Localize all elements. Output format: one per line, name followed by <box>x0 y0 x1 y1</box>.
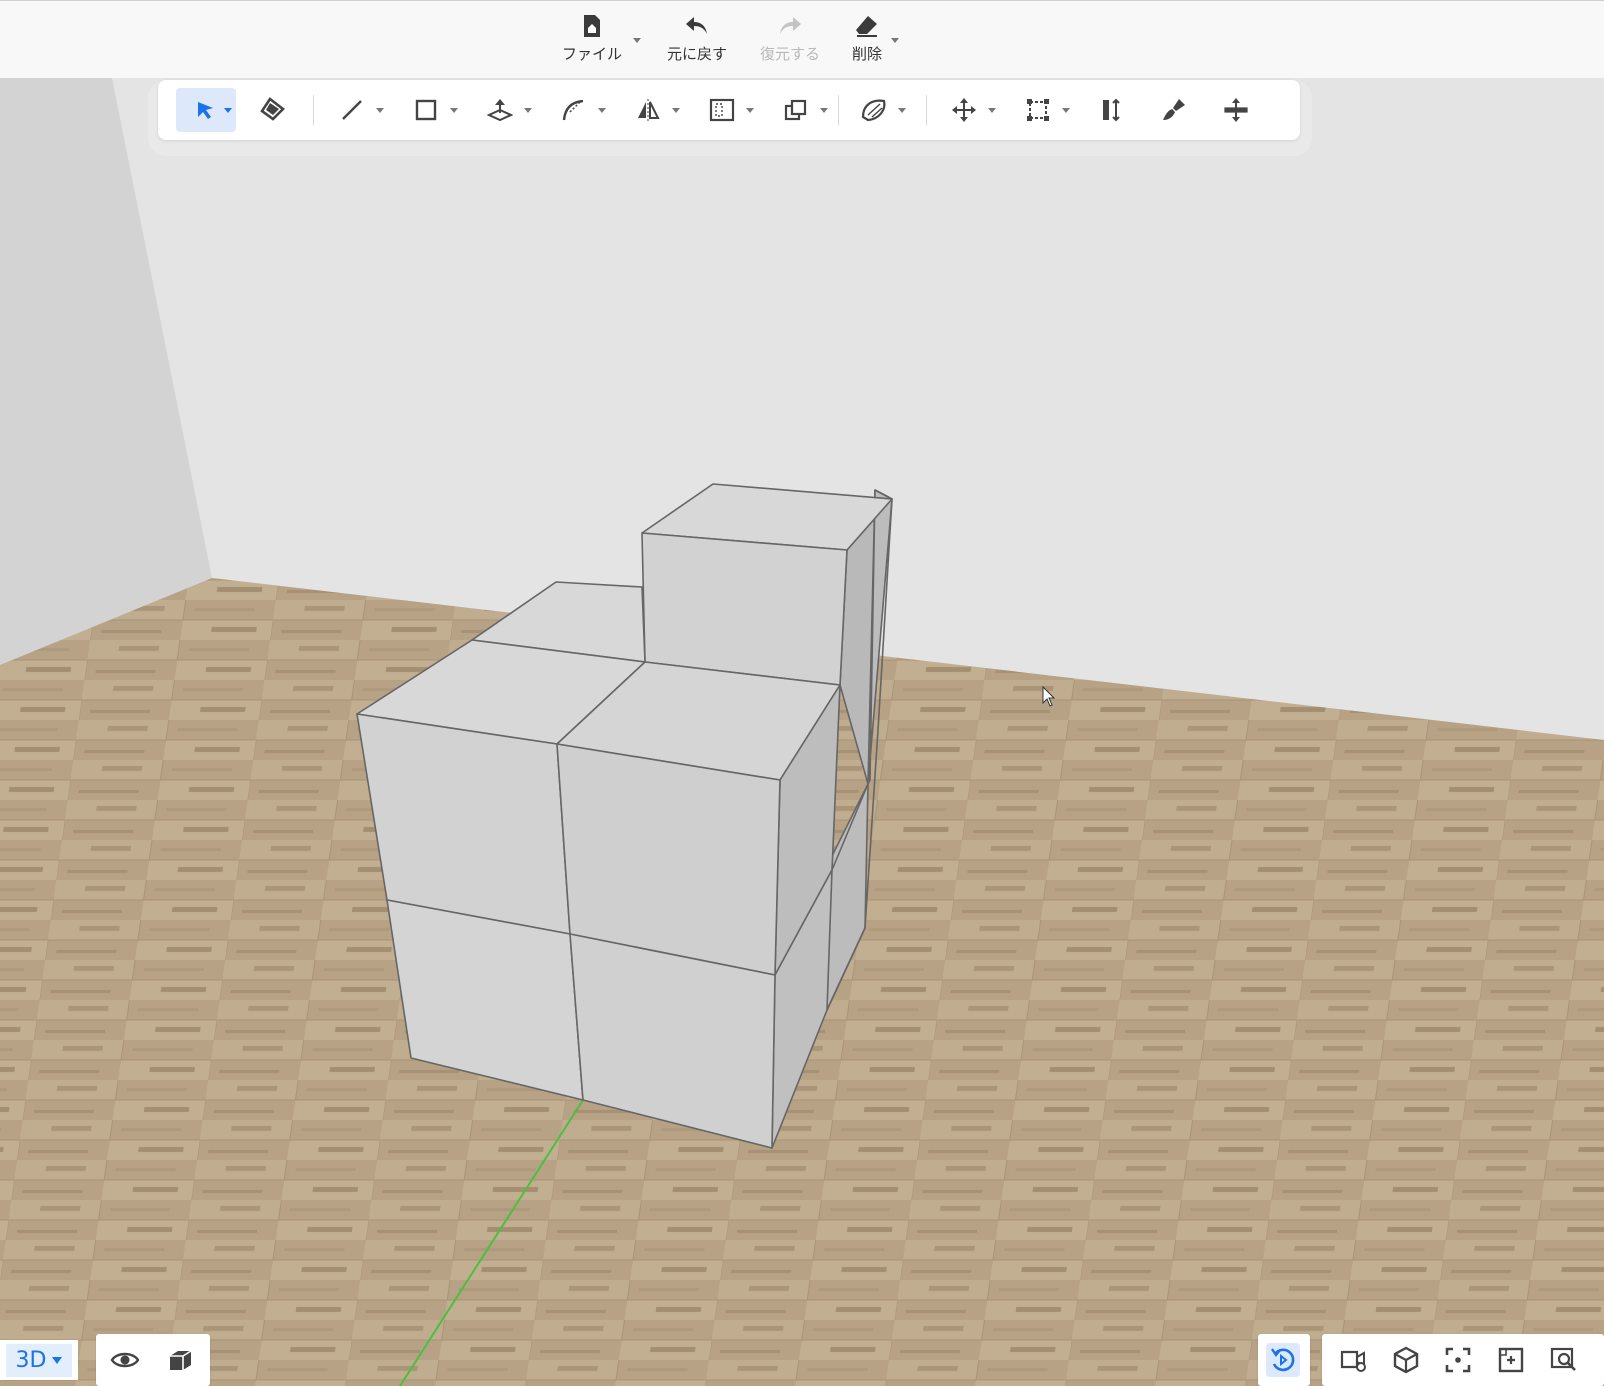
move-plane-tool[interactable] <box>1214 88 1258 132</box>
delete-label: 削除 <box>851 45 882 63</box>
toolbar-divider <box>926 95 927 125</box>
chevron-down-icon <box>52 1356 63 1364</box>
camera-settings-button[interactable] <box>1337 1343 1371 1377</box>
arc-tool[interactable] <box>552 88 606 132</box>
mirror-icon <box>638 99 660 121</box>
paint-brush-tool[interactable] <box>1152 88 1196 132</box>
redo-icon <box>775 11 805 41</box>
zoom-button[interactable] <box>1547 1343 1581 1377</box>
toolbar-divider <box>838 95 839 125</box>
align-tool[interactable] <box>1090 88 1134 132</box>
zoom-window-button[interactable] <box>1494 1343 1528 1377</box>
push-pull-icon <box>487 99 513 122</box>
move-plane-icon <box>1224 98 1248 122</box>
align-icon <box>1103 98 1120 122</box>
eye-icon <box>110 1352 140 1368</box>
move-tool[interactable] <box>942 88 996 132</box>
tool-palette <box>158 80 1300 140</box>
visibility-eye-button[interactable] <box>108 1343 142 1377</box>
toolbar-divider <box>313 95 314 125</box>
surface-tool[interactable] <box>852 88 906 132</box>
offset-tool[interactable] <box>700 88 754 132</box>
section-view-button[interactable] <box>163 1343 197 1377</box>
select-tool[interactable] <box>176 88 236 132</box>
rectangle-tool[interactable] <box>404 88 458 132</box>
delete-button[interactable]: 削除 <box>840 11 894 71</box>
chevron-down-icon <box>1062 108 1070 113</box>
scene-canvas[interactable] <box>0 0 1604 1386</box>
zoom-window-icon <box>1498 1347 1524 1373</box>
chevron-down-icon <box>376 108 384 113</box>
redo-label: 復元する <box>759 45 820 63</box>
undo-icon <box>682 11 712 41</box>
undo-button[interactable]: 元に戻す <box>660 11 734 71</box>
scale-icon <box>1027 99 1049 121</box>
zoom-extents-button[interactable] <box>1441 1343 1475 1377</box>
chevron-down-icon <box>598 108 606 113</box>
chevron-down-icon <box>746 108 754 113</box>
eraser-icon <box>852 11 882 41</box>
paint-brush-icon <box>1163 99 1185 120</box>
file-label: ファイル <box>561 45 622 63</box>
line-icon <box>342 100 362 120</box>
paint-bucket-icon <box>260 97 285 121</box>
move-icon <box>952 98 976 122</box>
section-cube-icon <box>170 1350 192 1370</box>
arc-icon <box>562 99 584 121</box>
copy-icon <box>784 99 807 121</box>
line-tool[interactable] <box>330 88 384 132</box>
paint-bucket-tool[interactable] <box>250 88 294 132</box>
rectangle-icon <box>415 99 437 121</box>
select-arrow-icon <box>198 102 213 119</box>
chevron-down-icon <box>898 108 906 113</box>
chevron-down-icon <box>672 108 680 113</box>
mirror-tool[interactable] <box>626 88 680 132</box>
chevron-down-icon <box>524 108 532 113</box>
view-mode-toggle[interactable]: 3D <box>0 1340 78 1380</box>
view-mode-label: 3D <box>15 1347 47 1373</box>
file-dropdown-caret[interactable] <box>633 38 641 43</box>
3d-viewport[interactable] <box>0 0 1604 1386</box>
camera-settings-icon <box>1340 1350 1366 1372</box>
undo-label: 元に戻す <box>666 45 727 63</box>
chevron-down-icon <box>450 108 458 113</box>
chevron-down-icon <box>820 108 828 113</box>
chevron-down-icon <box>988 108 996 113</box>
file-menu-button[interactable]: ファイル <box>556 11 628 71</box>
copy-array-tool[interactable] <box>774 88 828 132</box>
zoom-extents-icon <box>1445 1347 1471 1373</box>
chevron-down-icon <box>224 108 232 113</box>
file-icon <box>577 11 607 41</box>
standard-views-button[interactable] <box>1389 1343 1423 1377</box>
push-pull-tool[interactable] <box>478 88 532 132</box>
scale-tool[interactable] <box>1016 88 1070 132</box>
redo-button[interactable]: 復元する <box>752 11 828 71</box>
orbit-button[interactable] <box>1266 1343 1300 1377</box>
zoom-search-icon <box>1550 1347 1576 1371</box>
top-header: ファイル 元に戻す 復元する 削除 <box>0 0 1604 78</box>
offset-icon <box>709 98 735 122</box>
delete-dropdown-caret[interactable] <box>891 38 899 43</box>
orbit-icon <box>1271 1348 1295 1372</box>
cube-icon <box>1393 1346 1419 1374</box>
surface-icon <box>861 99 886 122</box>
